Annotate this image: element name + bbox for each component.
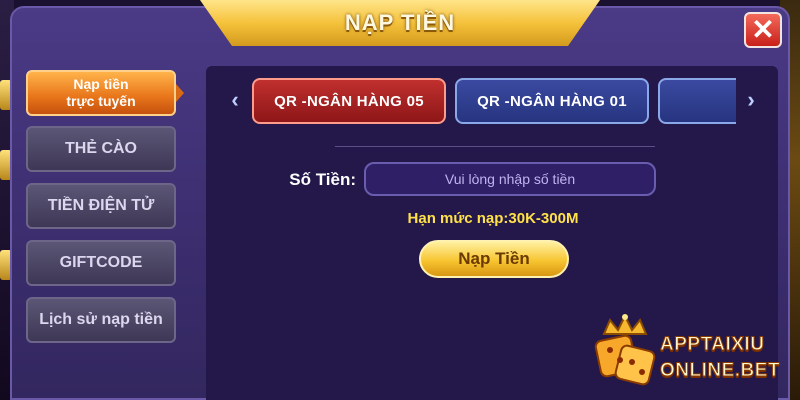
amount-label: Số Tiền: [289, 170, 356, 189]
bank-tabs: QR -NGÂN HÀNG 05 QR -NGÂN HÀNG 01 M [250, 76, 736, 128]
sidebar-item-giftcode[interactable]: GIFTCODE [26, 240, 176, 286]
tab-label: QR -NGÂN HÀNG 01 [477, 92, 627, 110]
sidebar-item-label: GIFTCODE [59, 254, 143, 271]
close-button[interactable]: ✕ [744, 12, 782, 48]
deposit-limit-text: Hạn mức nạp:30K-300M [407, 210, 579, 227]
dice-crown-icon [594, 313, 656, 386]
sidebar-item-online-deposit[interactable]: Nạp tiền trực tuyến [26, 70, 176, 116]
watermark-line2: ONLINE.BET [659, 360, 781, 382]
title-bar: NẠP TIỀN [200, 0, 600, 46]
watermark-line1: APPTAIXIU [659, 334, 765, 356]
tab-label: QR -NGÂN HÀNG 05 [274, 92, 424, 110]
sidebar-item-label: Lịch sử nạp tiền [39, 311, 163, 328]
sidebar-item-label: trực tuyến [66, 93, 136, 109]
chevron-left-icon[interactable]: ‹ [228, 89, 242, 111]
sidebar-item-label: Nạp tiền [73, 76, 129, 92]
active-menu-pointer [176, 84, 184, 102]
tab-bank-01[interactable]: QR -NGÂN HÀNG 01 [455, 78, 649, 124]
watermark-logo: APPTAIXIU ONLINE.BET [590, 312, 790, 392]
chevron-right-icon[interactable]: › [744, 89, 758, 111]
sidebar-item-card[interactable]: THẺ CÀO [26, 126, 176, 172]
close-icon: ✕ [751, 14, 775, 45]
divider [335, 146, 655, 147]
deposit-button-label: Nạp Tiền [458, 249, 530, 268]
sidebar-item-label: THẺ CÀO [65, 140, 137, 157]
sidebar-item-label: TIỀN ĐIỆN TỬ [47, 197, 155, 214]
amount-input[interactable] [364, 162, 656, 196]
tab-bank-next[interactable]: M [658, 78, 736, 124]
tab-bank-05[interactable]: QR -NGÂN HÀNG 05 [252, 78, 446, 124]
dialog-title: NẠP TIỀN [344, 10, 456, 35]
sidebar-item-deposit-history[interactable]: Lịch sử nạp tiền [26, 297, 176, 343]
deposit-button[interactable]: Nạp Tiền [419, 240, 569, 278]
sidebar-item-e-wallet[interactable]: TIỀN ĐIỆN TỬ [26, 183, 176, 229]
